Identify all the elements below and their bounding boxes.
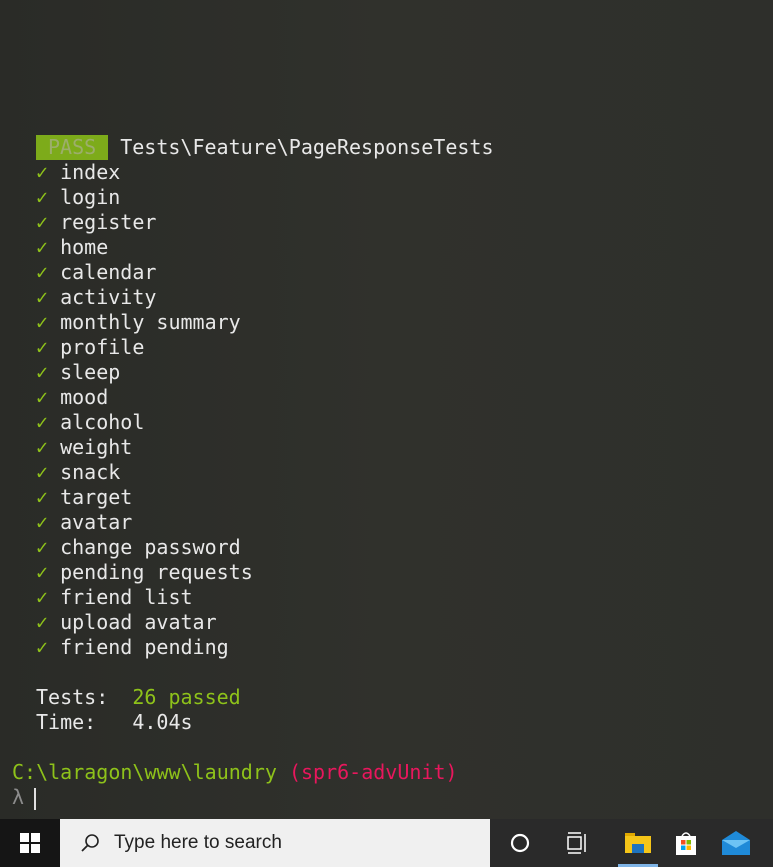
- test-name: mood: [60, 385, 109, 409]
- check-icon: ✓: [36, 260, 49, 284]
- pass-badge: PASS: [36, 135, 109, 160]
- mail-button[interactable]: [712, 819, 760, 867]
- test-result-row: ✓ target: [36, 485, 132, 510]
- test-result-row: ✓ avatar: [36, 510, 132, 535]
- taskbar-search[interactable]: Type here to search: [60, 819, 490, 867]
- git-branch: (spr6-advUnit): [288, 760, 458, 784]
- search-placeholder: Type here to search: [114, 832, 282, 853]
- time-value: 4.04s: [132, 710, 193, 734]
- test-result-row: ✓ home: [36, 235, 108, 260]
- prompt-path: C:\laragon\www\laundry: [12, 760, 277, 784]
- test-name: index: [60, 160, 121, 184]
- check-icon: ✓: [36, 210, 49, 234]
- check-icon: ✓: [36, 585, 49, 609]
- test-result-row: ✓ alcohol: [36, 410, 144, 435]
- windows-icon: [20, 833, 40, 853]
- test-name: friend list: [60, 585, 193, 609]
- test-result-row: ✓ monthly summary: [36, 310, 241, 335]
- check-icon: ✓: [36, 485, 49, 509]
- test-name: home: [60, 235, 109, 259]
- cortana-icon: [510, 833, 530, 853]
- test-result-row: ✓ snack: [36, 460, 120, 485]
- test-result-row: ✓ friend list: [36, 585, 193, 610]
- check-icon: ✓: [36, 435, 49, 459]
- task-view-button[interactable]: [553, 819, 601, 867]
- test-name: register: [60, 210, 157, 234]
- mail-icon: [722, 831, 750, 855]
- check-icon: ✓: [36, 310, 49, 334]
- check-icon: ✓: [36, 335, 49, 359]
- cortana-button[interactable]: [496, 819, 544, 867]
- test-result-row: ✓ index: [36, 160, 120, 185]
- check-icon: ✓: [36, 160, 49, 184]
- test-name: snack: [60, 460, 121, 484]
- test-name: weight: [60, 435, 133, 459]
- check-icon: ✓: [36, 410, 49, 434]
- terminal-window[interactable]: PASS Tests\Feature\PageResponseTests ✓ i…: [0, 0, 773, 819]
- suite-header: PASS Tests\Feature\PageResponseTests: [36, 135, 494, 160]
- test-name: alcohol: [60, 410, 145, 434]
- test-result-row: ✓ weight: [36, 435, 132, 460]
- test-result-row: ✓ login: [36, 185, 120, 210]
- test-name: friend pending: [60, 635, 229, 659]
- prompt-line: C:\laragon\www\laundry (spr6-advUnit): [12, 760, 458, 785]
- store-button[interactable]: [662, 819, 710, 867]
- test-name: sleep: [60, 360, 121, 384]
- test-result-row: ✓ profile: [36, 335, 144, 360]
- check-icon: ✓: [36, 385, 49, 409]
- check-icon: ✓: [36, 235, 49, 259]
- test-result-row: ✓ sleep: [36, 360, 120, 385]
- tests-label: Tests:: [36, 685, 109, 709]
- test-name: target: [60, 485, 133, 509]
- test-result-row: ✓ mood: [36, 385, 108, 410]
- check-icon: ✓: [36, 610, 49, 634]
- test-name: profile: [60, 335, 145, 359]
- test-result-row: ✓ change password: [36, 535, 241, 560]
- test-name: pending requests: [60, 560, 253, 584]
- check-icon: ✓: [36, 185, 49, 209]
- check-icon: ✓: [36, 560, 49, 584]
- file-explorer-button[interactable]: [614, 819, 662, 867]
- test-result-row: ✓ calendar: [36, 260, 156, 285]
- test-result-row: ✓ pending requests: [36, 560, 253, 585]
- search-icon: [81, 834, 99, 852]
- text-cursor: [34, 787, 37, 810]
- summary-tests: Tests: 26 passed: [36, 685, 241, 710]
- summary-time: Time: 4.04s: [36, 710, 193, 735]
- test-result-row: ✓ friend pending: [36, 635, 229, 660]
- test-name: monthly summary: [60, 310, 241, 334]
- check-icon: ✓: [36, 510, 49, 534]
- time-label: Time:: [36, 710, 97, 734]
- check-icon: ✓: [36, 535, 49, 559]
- test-name: calendar: [60, 260, 157, 284]
- task-view-icon: [567, 832, 586, 854]
- test-name: avatar: [60, 510, 133, 534]
- check-icon: ✓: [36, 460, 49, 484]
- test-result-row: ✓ register: [36, 210, 156, 235]
- check-icon: ✓: [36, 285, 49, 309]
- suite-name: Tests\Feature\PageResponseTests: [120, 135, 494, 159]
- test-result-row: ✓ activity: [36, 285, 156, 310]
- test-name: change password: [60, 535, 241, 559]
- test-name: activity: [60, 285, 157, 309]
- check-icon: ✓: [36, 360, 49, 384]
- tests-value: 26 passed: [132, 685, 241, 709]
- prompt-symbol: λ: [12, 785, 25, 809]
- test-name: login: [60, 185, 121, 209]
- taskbar: Type here to search: [0, 819, 773, 867]
- test-result-row: ✓ upload avatar: [36, 610, 217, 635]
- input-line[interactable]: λ: [12, 785, 37, 810]
- store-icon: [676, 832, 696, 855]
- test-name: upload avatar: [60, 610, 217, 634]
- folder-icon: [625, 833, 651, 853]
- check-icon: ✓: [36, 635, 49, 659]
- start-button[interactable]: [0, 819, 60, 867]
